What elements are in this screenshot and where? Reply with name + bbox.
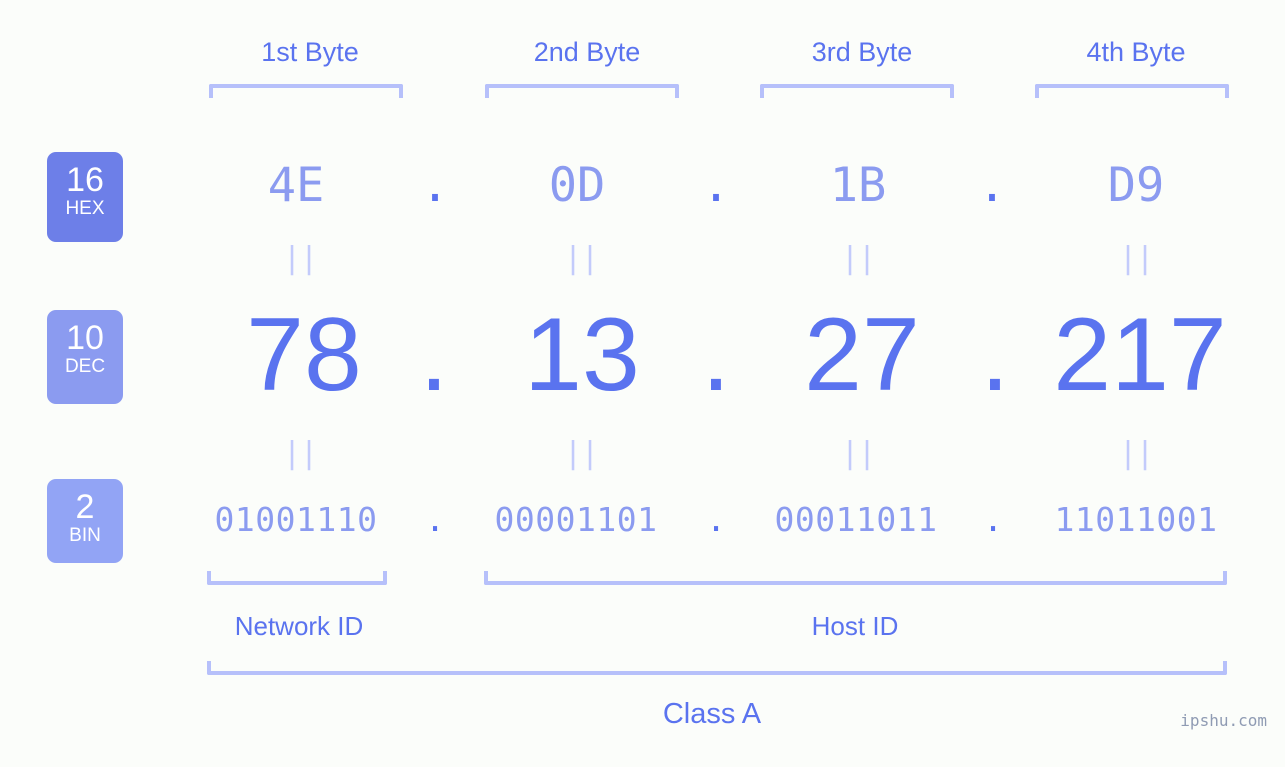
dec-separator-2: . <box>701 297 731 413</box>
base-badge-bin-number: 2 <box>75 488 95 526</box>
hex-byte-3: 1B <box>829 158 887 213</box>
byte-label-1: 1st Byte <box>261 37 359 67</box>
base-badge-bin-name: BIN <box>69 525 101 546</box>
hex-byte-1: 4E <box>267 158 325 213</box>
equals-connector-hex-dec-2: || <box>563 241 599 276</box>
dec-byte-3: 27 <box>804 297 920 413</box>
hex-separator-1: . <box>420 158 450 213</box>
hex-byte-4: D9 <box>1107 158 1165 213</box>
watermark: ipshu.com <box>1180 711 1267 730</box>
bin-separator-2: . <box>706 500 726 539</box>
equals-connector-dec-bin-2: || <box>563 436 599 471</box>
equals-connector-dec-bin-3: || <box>840 436 876 471</box>
byte-bracket-top-2 <box>485 84 679 98</box>
network-id-label: Network ID <box>234 611 364 641</box>
hex-separator-3: . <box>977 158 1007 213</box>
equals-connector-dec-bin-4: || <box>1118 436 1154 471</box>
dec-byte-4: 217 <box>1053 297 1227 413</box>
equals-connector-hex-dec-3: || <box>840 241 876 276</box>
bin-byte-1: 01001110 <box>214 500 378 539</box>
base-badge-bin: 2 BIN <box>47 479 123 563</box>
equals-connector-dec-bin-1: || <box>282 436 318 471</box>
byte-bracket-top-4 <box>1035 84 1229 98</box>
bin-byte-2: 00001101 <box>494 500 658 539</box>
byte-bracket-top-1 <box>209 84 403 98</box>
dec-byte-1: 78 <box>246 297 362 413</box>
bin-separator-3: . <box>983 500 1003 539</box>
equals-connector-hex-dec-1: || <box>282 241 318 276</box>
hex-byte-2: 0D <box>548 158 606 213</box>
class-label: Class A <box>662 698 762 730</box>
bin-separator-1: . <box>425 500 445 539</box>
dec-separator-1: . <box>419 297 449 413</box>
base-badge-dec: 10 DEC <box>47 310 123 404</box>
class-bracket <box>207 661 1227 675</box>
bin-byte-3: 00011011 <box>774 500 938 539</box>
bin-byte-4: 11011001 <box>1054 500 1218 539</box>
byte-label-3: 3rd Byte <box>811 37 913 67</box>
base-badge-dec-name: DEC <box>64 356 106 377</box>
base-badge-dec-number: 10 <box>66 319 104 357</box>
host-id-bracket <box>484 571 1227 585</box>
ip-breakdown-diagram: 1st Byte 2nd Byte 3rd Byte 4th Byte 16 H… <box>0 0 1285 767</box>
dec-byte-2: 13 <box>524 297 640 413</box>
host-id-label: Host ID <box>811 611 899 641</box>
base-badge-hex-number: 16 <box>66 161 104 199</box>
byte-label-4: 4th Byte <box>1086 37 1186 67</box>
network-id-bracket <box>207 571 387 585</box>
byte-label-2: 2nd Byte <box>533 37 641 67</box>
equals-connector-hex-dec-4: || <box>1118 241 1154 276</box>
hex-separator-2: . <box>701 158 731 213</box>
base-badge-hex-name: HEX <box>65 198 105 219</box>
byte-bracket-top-3 <box>760 84 954 98</box>
base-badge-hex: 16 HEX <box>47 152 123 242</box>
